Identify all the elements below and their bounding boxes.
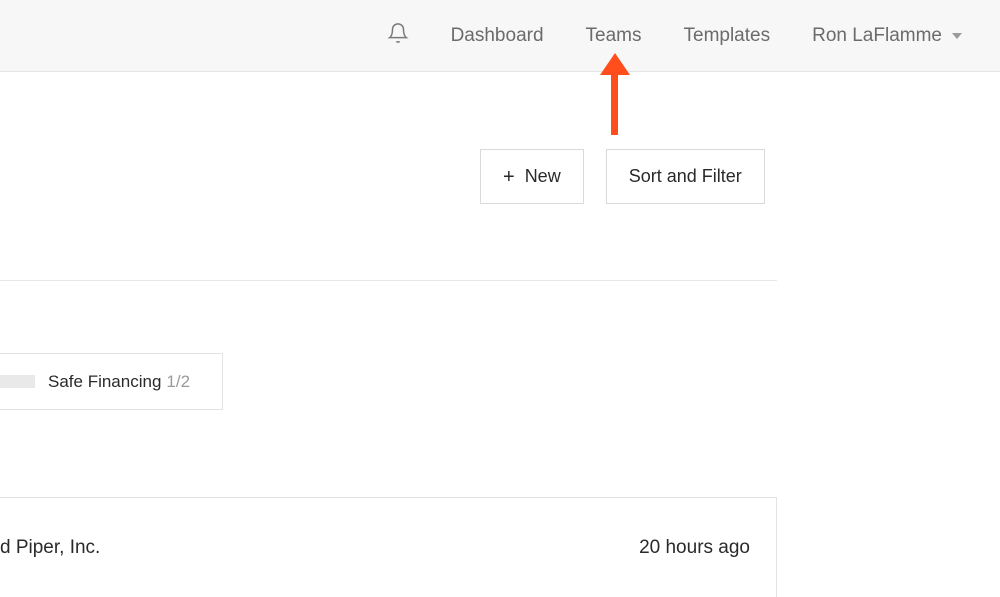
time-ago: 20 hours ago bbox=[639, 537, 750, 559]
document-card[interactable]: Safe Financing 1/2 bbox=[0, 353, 223, 410]
nav-dashboard[interactable]: Dashboard bbox=[451, 25, 544, 47]
chevron-down-icon bbox=[952, 33, 962, 39]
new-button[interactable]: + New bbox=[480, 149, 584, 204]
user-name-label: Ron LaFlamme bbox=[812, 25, 942, 47]
nav-templates[interactable]: Templates bbox=[684, 25, 771, 47]
top-nav: Dashboard Teams Templates Ron LaFlamme bbox=[0, 0, 1000, 72]
nav-teams[interactable]: Teams bbox=[586, 25, 642, 47]
bell-icon[interactable] bbox=[387, 22, 409, 49]
drag-handle-icon bbox=[0, 375, 35, 388]
action-row: + New Sort and Filter bbox=[480, 149, 765, 204]
plus-icon: + bbox=[503, 167, 515, 187]
section-divider bbox=[0, 280, 777, 281]
sort-filter-label: Sort and Filter bbox=[629, 166, 742, 187]
sort-filter-button[interactable]: Sort and Filter bbox=[606, 149, 765, 204]
document-title: Safe Financing bbox=[48, 372, 161, 392]
new-button-label: New bbox=[525, 166, 561, 187]
document-progress: 1/2 bbox=[166, 372, 190, 392]
user-menu[interactable]: Ron LaFlamme bbox=[812, 25, 962, 47]
list-item[interactable]: d Piper, Inc. 20 hours ago bbox=[0, 497, 777, 597]
company-name: d Piper, Inc. bbox=[0, 537, 100, 559]
